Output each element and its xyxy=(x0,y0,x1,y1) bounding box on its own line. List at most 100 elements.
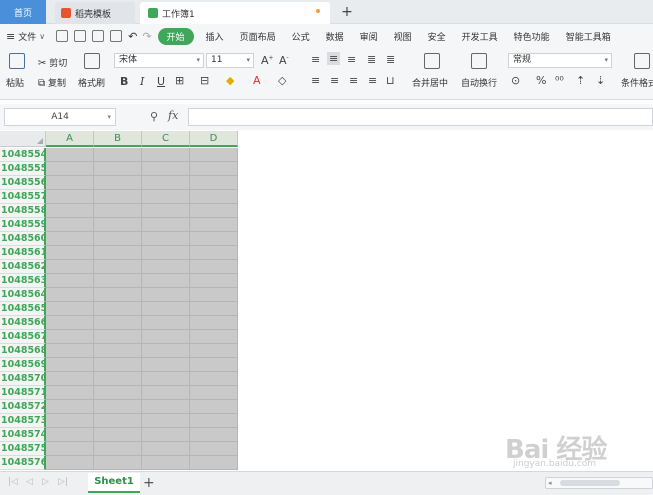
font-color-icon[interactable]: A xyxy=(253,74,261,87)
grid-cell[interactable] xyxy=(142,302,190,316)
bold-button[interactable]: B xyxy=(120,75,128,88)
underline-button[interactable]: U xyxy=(157,75,165,88)
grid-cell[interactable] xyxy=(46,456,94,470)
next-sheet-icon[interactable]: ▷ xyxy=(42,477,49,487)
row-header[interactable]: 1048571 xyxy=(0,386,47,400)
grid-cell[interactable] xyxy=(46,302,94,316)
last-sheet-icon[interactable]: ▷| xyxy=(58,477,68,487)
grid-cell[interactable] xyxy=(190,344,238,358)
decrease-decimal-icon[interactable]: ⇣ xyxy=(596,74,605,87)
grid-cell[interactable] xyxy=(94,386,142,400)
horizontal-scrollbar[interactable]: ◂ xyxy=(545,477,653,489)
grid-cell[interactable] xyxy=(142,358,190,372)
grid-cell[interactable] xyxy=(94,274,142,288)
scrollbar-thumb[interactable] xyxy=(560,480,620,486)
percent-button[interactable]: % xyxy=(536,74,546,87)
conditional-format-button[interactable]: 条件格式 xyxy=(621,76,653,89)
grid-cell[interactable] xyxy=(46,246,94,260)
row-header[interactable]: 1048569 xyxy=(0,358,47,372)
grid-cell[interactable] xyxy=(46,162,94,176)
thousands-separator-icon[interactable]: ⁰⁰ xyxy=(555,74,564,87)
grid-cell[interactable] xyxy=(142,260,190,274)
column-header-d[interactable]: D xyxy=(190,131,238,147)
zoom-icon[interactable]: ⚲ xyxy=(150,110,158,123)
new-tab-button[interactable]: + xyxy=(338,2,356,22)
currency-icon[interactable]: ⊙ xyxy=(511,74,520,87)
decrease-indent-icon[interactable]: ≣ xyxy=(367,53,376,66)
grid-cell[interactable] xyxy=(190,274,238,288)
insert-function-button[interactable]: fx xyxy=(168,109,178,122)
select-all-corner[interactable] xyxy=(0,131,46,147)
grid-cell[interactable] xyxy=(46,274,94,288)
grid-cell[interactable] xyxy=(142,162,190,176)
grid-cell[interactable] xyxy=(142,190,190,204)
row-header[interactable]: 1048572 xyxy=(0,400,47,414)
grid-cell[interactable] xyxy=(142,372,190,386)
grid-cell[interactable] xyxy=(94,162,142,176)
row-header[interactable]: 1048575 xyxy=(0,442,47,456)
merge-center-icon[interactable] xyxy=(424,53,440,69)
clear-format-icon[interactable]: ◇ xyxy=(278,74,286,87)
grid-cell[interactable] xyxy=(142,204,190,218)
grid-cell[interactable] xyxy=(94,288,142,302)
italic-button[interactable]: I xyxy=(140,75,144,88)
grid-cell[interactable] xyxy=(94,148,142,162)
menu-insert[interactable]: 插入 xyxy=(198,30,232,43)
tab-template[interactable]: 稻壳模板 xyxy=(55,2,135,24)
grid-cell[interactable] xyxy=(94,372,142,386)
grid-cell[interactable] xyxy=(190,330,238,344)
grid-cell[interactable] xyxy=(190,260,238,274)
row-header[interactable]: 1048558 xyxy=(0,204,47,218)
column-header-b[interactable]: B xyxy=(94,131,142,147)
grid-cell[interactable] xyxy=(190,414,238,428)
print-preview-icon[interactable] xyxy=(110,30,123,42)
grid-cell[interactable] xyxy=(94,330,142,344)
justify-icon[interactable]: ≡ xyxy=(368,74,377,87)
grid-cell[interactable] xyxy=(94,414,142,428)
grid-cell[interactable] xyxy=(190,456,238,470)
grid-cell[interactable] xyxy=(190,176,238,190)
row-header[interactable]: 1048570 xyxy=(0,372,47,386)
grid-cell[interactable] xyxy=(190,246,238,260)
grid-cell[interactable] xyxy=(46,442,94,456)
menu-start[interactable]: 开始 xyxy=(157,27,194,45)
column-header-a[interactable]: A xyxy=(46,131,94,147)
cell-style-icon[interactable]: ⊟ xyxy=(200,74,209,87)
grid-cell[interactable] xyxy=(190,386,238,400)
row-header[interactable]: 1048564 xyxy=(0,288,47,302)
row-header[interactable]: 1048559 xyxy=(0,218,47,232)
increase-font-icon[interactable]: A+ xyxy=(261,54,274,67)
paste-button[interactable]: 粘贴 xyxy=(6,76,24,89)
grid-cell[interactable] xyxy=(94,400,142,414)
copy-button[interactable]: ⧉ 复制 xyxy=(38,76,66,89)
align-right-icon[interactable]: ≡ xyxy=(349,74,358,87)
cut-button[interactable]: ✂ 剪切 xyxy=(38,56,67,69)
align-top-icon[interactable]: ≡ xyxy=(311,53,320,66)
grid-cell[interactable] xyxy=(94,190,142,204)
format-painter-button[interactable]: 格式刷 xyxy=(78,76,105,89)
row-header[interactable]: 1048573 xyxy=(0,414,47,428)
align-left-icon[interactable]: ≡ xyxy=(311,74,320,87)
add-sheet-button[interactable]: + xyxy=(143,473,155,493)
menu-formulas[interactable]: 公式 xyxy=(284,30,318,43)
formula-input[interactable] xyxy=(188,108,653,126)
grid-cell[interactable] xyxy=(46,218,94,232)
grid-cell[interactable] xyxy=(94,456,142,470)
grid-cell[interactable] xyxy=(94,302,142,316)
conditional-format-icon[interactable] xyxy=(634,53,650,69)
grid-cell[interactable] xyxy=(190,358,238,372)
grid-cell[interactable] xyxy=(46,414,94,428)
grid-cell[interactable] xyxy=(94,442,142,456)
row-header[interactable]: 1048576 xyxy=(0,456,47,470)
grid-cell[interactable] xyxy=(190,428,238,442)
grid-cell[interactable] xyxy=(142,344,190,358)
grid-cell[interactable] xyxy=(46,372,94,386)
grid-cell[interactable] xyxy=(190,162,238,176)
number-format-select[interactable]: 常规 ▾ xyxy=(508,53,612,68)
menu-view[interactable]: 视图 xyxy=(386,30,420,43)
grid-cell[interactable] xyxy=(46,148,94,162)
grid-cell[interactable] xyxy=(190,190,238,204)
grid-cell[interactable] xyxy=(190,148,238,162)
grid-cell[interactable] xyxy=(142,428,190,442)
row-header[interactable]: 1048560 xyxy=(0,232,47,246)
